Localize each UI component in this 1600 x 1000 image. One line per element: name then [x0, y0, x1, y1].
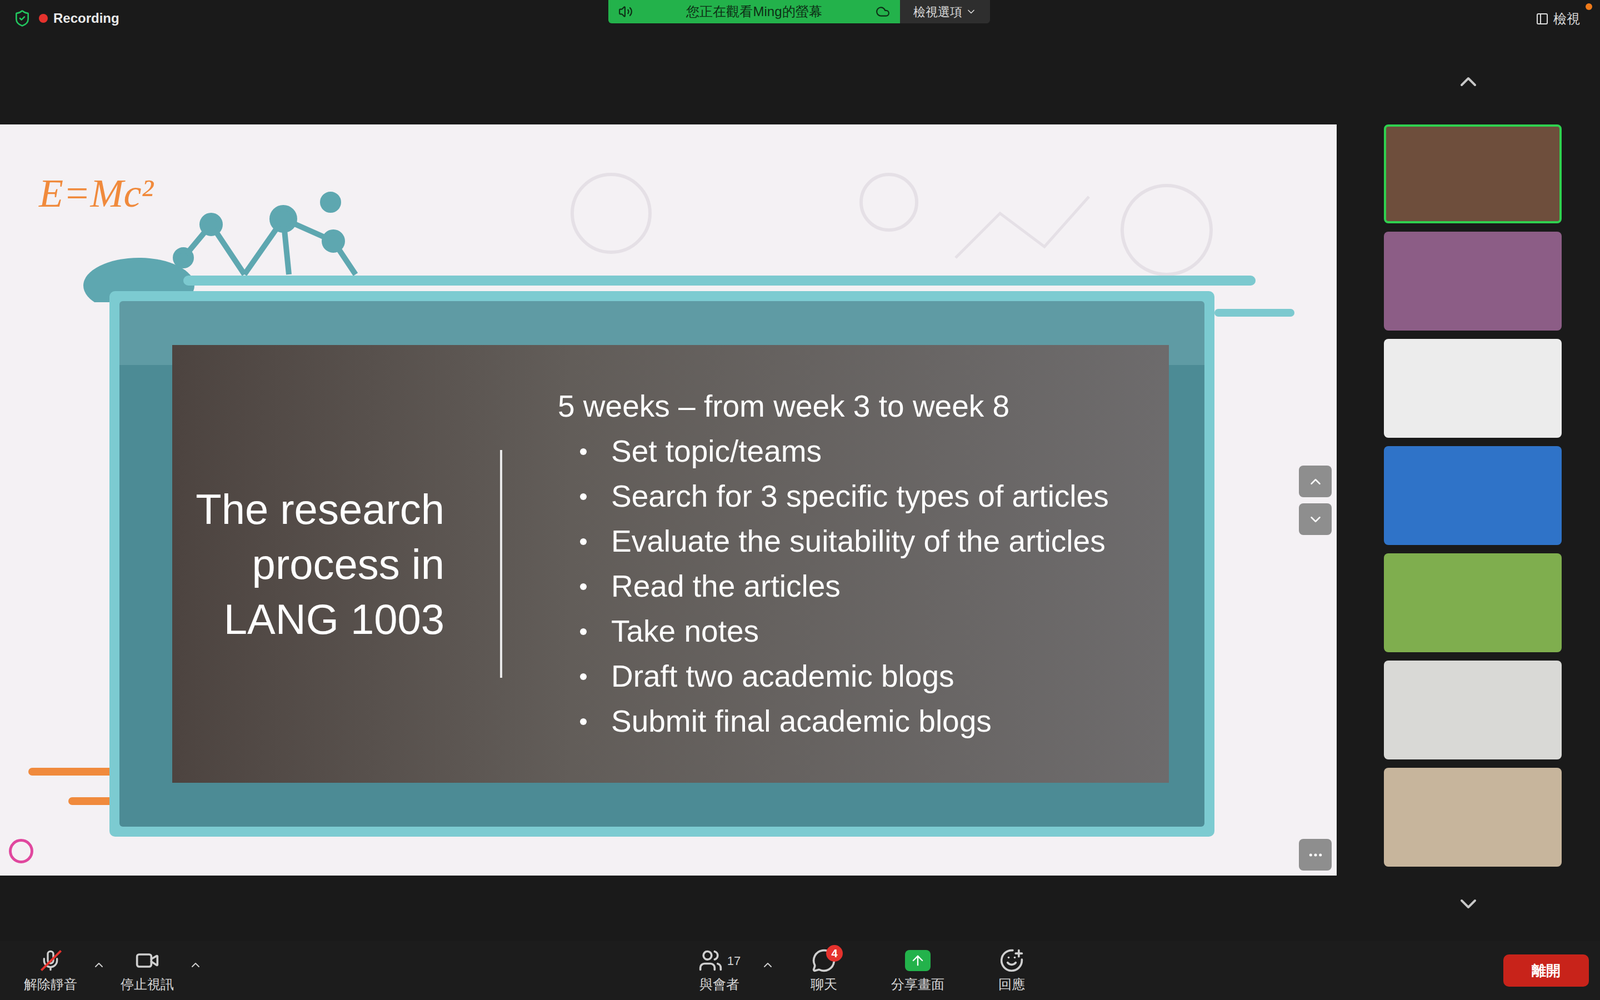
- bullet-item: Read the articles: [557, 563, 1169, 609]
- top-bar: Recording 您正在觀看Ming的螢幕檢視選項 檢視: [0, 0, 1600, 39]
- pattern-icon: [500, 146, 1278, 314]
- more-icon: [1307, 846, 1324, 864]
- slide-content: 5 weeks – from week 3 to week 8Set topic…: [502, 383, 1169, 744]
- participant-tile[interactable]: [1383, 124, 1562, 224]
- caret-icon: [92, 958, 106, 972]
- recording-indicator[interactable]: Recording: [38, 8, 120, 29]
- screen-share-banner: 您正在觀看Ming的螢幕檢視選項: [608, 0, 990, 24]
- chevron-down-icon: [1307, 511, 1324, 528]
- chevron-down-icon: [1448, 890, 1489, 918]
- caret-icon: [188, 958, 203, 972]
- shared-slide: E=Mc²The researchprocess inLANG 10035 we…: [0, 124, 1337, 876]
- bullet-item: Set topic/teams: [557, 428, 1169, 474]
- scroll-up-button[interactable]: [1448, 38, 1489, 125]
- annotate-icon[interactable]: [8, 838, 34, 864]
- main-area: E=Mc²The researchprocess inLANG 10035 we…: [0, 38, 1600, 942]
- formula-text: E=Mc²: [38, 163, 154, 224]
- bullet-dot: [580, 448, 587, 455]
- participants-options[interactable]: [761, 945, 775, 972]
- video-options[interactable]: [188, 945, 203, 972]
- bullet-item: Take notes: [557, 608, 1169, 654]
- divider: [500, 450, 503, 678]
- chevron-up-icon: [1307, 473, 1324, 490]
- slide-next-button[interactable]: [1298, 503, 1332, 535]
- zoom-window: Recording 您正在觀看Ming的螢幕檢視選項 檢視 E=Mc² The rese…: [0, 0, 1600, 1000]
- bullet-dot: [580, 493, 587, 500]
- audio-options[interactable]: [92, 945, 106, 972]
- shield-icon[interactable]: [13, 9, 32, 28]
- caret-icon: [761, 958, 775, 972]
- chat-badge: 4: [826, 945, 843, 962]
- bullet-dot: [580, 673, 587, 680]
- participant-tile[interactable]: [1383, 660, 1562, 760]
- slide-more-button[interactable]: [1298, 838, 1332, 871]
- molecule-icon: [77, 191, 400, 303]
- slide-image-panel: The researchprocess inLANG 10035 weeks –…: [172, 345, 1169, 783]
- teal-stripe: [183, 275, 1256, 286]
- participant-tile[interactable]: [1383, 553, 1562, 653]
- slide-title: The researchprocess inLANG 1003: [172, 481, 500, 647]
- bullet-dot: [580, 583, 587, 590]
- recording-dot: [38, 13, 48, 23]
- reactions-button[interactable]: 回應: [970, 945, 1054, 997]
- bullet-item: Draft two academic blogs: [557, 653, 1169, 699]
- participant-tile[interactable]: [1383, 446, 1562, 545]
- teal-stripe-short: [1214, 308, 1295, 317]
- meeting-toolbar: 解除靜音停止視訊 17與會者 4聊天分享畫面回應 離開: [0, 941, 1600, 1000]
- leave-button[interactable]: 離開: [1503, 954, 1589, 987]
- cloud-icon: [875, 4, 890, 19]
- layout-icon: [1535, 12, 1549, 26]
- view-button[interactable]: 檢視: [1532, 8, 1584, 29]
- chevron-down-icon: [965, 6, 977, 18]
- participant-tile[interactable]: [1383, 767, 1562, 867]
- bullet-item: Evaluate the suitability of the articles: [557, 518, 1169, 564]
- chevron-up-icon: [1448, 68, 1489, 95]
- slide-heading: 5 weeks – from week 3 to week 8: [557, 383, 1169, 429]
- view-options-button[interactable]: 檢視選項: [900, 0, 990, 24]
- bullet-item: Search for 3 specific types of articles: [557, 473, 1169, 519]
- speaker-icon[interactable]: [618, 4, 633, 19]
- slide-card: The researchprocess inLANG 10035 weeks –…: [109, 291, 1215, 837]
- bullet-item: Submit final academic blogs: [557, 698, 1169, 744]
- bullet-dot: [580, 538, 587, 545]
- mute-button[interactable]: 解除靜音: [8, 945, 93, 997]
- share-screen-button[interactable]: 分享畫面: [873, 945, 963, 997]
- camera-icon: [135, 948, 160, 973]
- participant-tile[interactable]: [1383, 338, 1562, 438]
- chat-button[interactable]: 4聊天: [782, 945, 866, 997]
- participants-icon: [698, 948, 723, 973]
- video-button[interactable]: 停止視訊: [105, 945, 189, 997]
- notification-dot: [1585, 3, 1593, 10]
- slide-prev-button[interactable]: [1298, 465, 1332, 498]
- participants-button[interactable]: 17與會者: [677, 945, 762, 997]
- bullet-dot: [580, 628, 587, 635]
- participant-tile[interactable]: [1383, 231, 1562, 331]
- participants-strip: [1336, 38, 1600, 942]
- bullet-dot: [580, 718, 587, 725]
- share-icon: [905, 950, 931, 972]
- scroll-down-button[interactable]: [1448, 866, 1489, 942]
- smile-icon: [999, 948, 1024, 973]
